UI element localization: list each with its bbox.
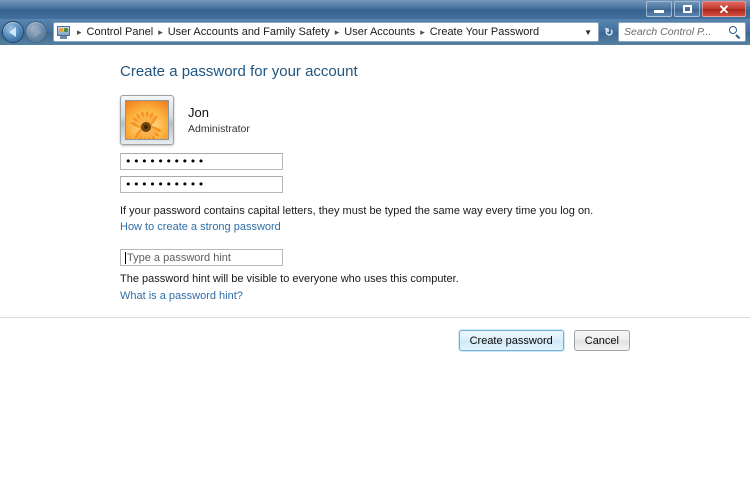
page-title: Create a password for your account (120, 63, 358, 80)
breadcrumb-separator: ▸ (420, 26, 425, 37)
breadcrumb-item-user-accounts[interactable]: User Accounts (343, 26, 416, 38)
user-role: Administrator (188, 122, 250, 135)
title-bar: ✕ (0, 0, 750, 20)
breadcrumb-separator: ▸ (77, 26, 82, 37)
breadcrumb-separator: ▸ (334, 26, 340, 37)
user-name: Jon (188, 104, 209, 120)
breadcrumb-bar[interactable]: ▸ Control Panel ▸ User Accounts and Fami… (53, 22, 599, 42)
close-icon: ✕ (718, 1, 730, 17)
create-password-button[interactable]: Create password (458, 330, 564, 351)
search-input[interactable]: Search Control P... (618, 22, 746, 42)
back-button[interactable] (2, 21, 24, 43)
maximize-button[interactable] (674, 1, 700, 17)
address-bar: ▸ Control Panel ▸ User Accounts and Fami… (0, 19, 750, 45)
breadcrumb-item-control-panel[interactable]: Control Panel (86, 26, 155, 38)
search-placeholder: Search Control P... (624, 26, 712, 38)
password-input[interactable]: •••••••••• (120, 153, 283, 170)
user-summary: Jon Administrator (120, 95, 250, 145)
window-controls: ✕ (646, 1, 746, 17)
breadcrumb-separator: ▸ (158, 26, 163, 37)
breadcrumb-item-create-your-password[interactable]: Create Your Password (429, 26, 540, 38)
password-hint-note: The password hint will be visible to eve… (120, 273, 459, 285)
flower-avatar-icon (125, 100, 169, 140)
minimize-icon (654, 10, 664, 13)
section-divider (0, 317, 750, 318)
control-panel-window: ✕ ▸ Control Panel ▸ User Accounts and Fa… (0, 0, 750, 500)
avatar (120, 95, 174, 145)
password-value: •••••••••• (125, 155, 206, 168)
forward-arrow-icon (33, 27, 41, 37)
button-row: Create password Cancel (458, 330, 630, 351)
breadcrumb-item-user-accounts-family-safety[interactable]: User Accounts and Family Safety (167, 26, 331, 38)
confirm-password-value: •••••••••• (125, 178, 206, 191)
password-hint-placeholder: Type a password hint (127, 251, 231, 264)
caps-lock-note: If your password contains capital letter… (120, 205, 594, 217)
minimize-button[interactable] (646, 1, 672, 17)
refresh-icon[interactable]: ↻ (600, 22, 618, 42)
confirm-password-input[interactable]: •••••••••• (120, 176, 283, 193)
strong-password-link[interactable]: How to create a strong password (120, 221, 281, 233)
text-caret (125, 251, 126, 264)
back-arrow-icon (8, 27, 16, 37)
password-hint-input[interactable]: Type a password hint (120, 249, 283, 266)
user-text: Jon Administrator (188, 105, 250, 136)
maximize-icon (682, 5, 692, 13)
flower-svg (126, 101, 168, 139)
search-icon (727, 25, 745, 39)
chevron-down-icon[interactable]: ▼ (582, 28, 598, 37)
content-area: Create a password for your account Jon A… (0, 45, 750, 500)
forward-button[interactable] (25, 21, 47, 43)
title-bar-glass (0, 0, 750, 10)
cancel-button[interactable]: Cancel (573, 330, 630, 351)
close-button[interactable]: ✕ (702, 1, 746, 17)
control-panel-icon (57, 25, 71, 39)
what-is-password-hint-link[interactable]: What is a password hint? (120, 290, 243, 302)
